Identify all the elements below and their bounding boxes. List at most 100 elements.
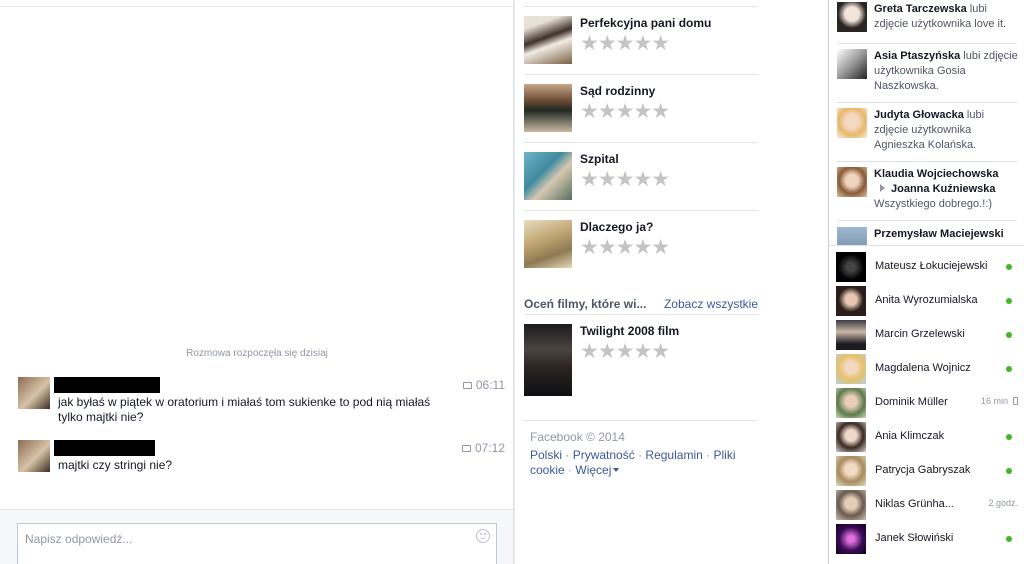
message-time: 07:12 <box>461 441 505 455</box>
buddy-item[interactable]: Janek Słowiński <box>836 522 1020 556</box>
reply-placeholder: Napisz odpowiedź... <box>25 532 133 546</box>
divider <box>837 220 1017 221</box>
redacted-sender-name <box>54 377 160 393</box>
rating-stars[interactable]: ★★★★★ <box>580 341 670 362</box>
show-title[interactable]: Szpital <box>580 152 619 166</box>
buddy-item[interactable]: Dominik Müller 16 min <box>836 386 1020 420</box>
online-status-icon <box>1006 332 1012 338</box>
ticker-name[interactable]: Klaudia Wojciechowska <box>874 168 999 180</box>
online-status-icon <box>1006 298 1012 304</box>
rating-stars[interactable]: ★★★★★ <box>580 101 670 122</box>
buddy-name: Magdalena Wojnicz <box>875 362 971 374</box>
divider <box>524 6 758 7</box>
show-thumbnail[interactable] <box>524 16 572 64</box>
divider <box>524 314 758 315</box>
films-heading[interactable]: Oceń filmy, które wi... <box>524 297 646 311</box>
ticker-avatar[interactable] <box>837 227 867 245</box>
ticker-avatar[interactable] <box>837 49 867 79</box>
buddy-item[interactable]: Mateusz Łokuciejewski <box>836 250 1020 284</box>
chat-sidebar: Greta Tarczewska lubi zdjęcie użytkownik… <box>828 0 1024 564</box>
sender-avatar[interactable] <box>18 377 50 409</box>
arrow-right-icon <box>880 184 885 192</box>
footer-link-terms[interactable]: Regulamin <box>645 448 702 462</box>
buddy-item[interactable]: Magdalena Wojnicz <box>836 352 1020 386</box>
message-text: jak byłaś w piątek w oratorium i miałaś … <box>58 395 431 424</box>
buddy-name: Marcin Grzelewski <box>875 328 965 340</box>
film-poster[interactable] <box>524 324 572 396</box>
divider <box>524 74 758 75</box>
buddy-name: Ania Klimczak <box>875 430 945 442</box>
online-status-icon <box>1006 536 1012 542</box>
divider <box>837 161 1017 162</box>
sender-avatar[interactable] <box>18 440 50 472</box>
buddy-item[interactable]: Ania Klimczak <box>836 420 1020 454</box>
buddy-item[interactable]: Patrycja Gabryszak <box>836 454 1020 488</box>
recommendations-column: Perfekcyjna pani domu ★★★★★ Sąd rodzinny… <box>515 0 828 564</box>
online-status-icon <box>1006 434 1012 440</box>
conversation-panel: Rozmowa rozpoczęła się dzisiaj 06:11 jak… <box>0 0 514 564</box>
buddy-name: Janek Słowiński <box>875 532 954 544</box>
show-thumbnail[interactable] <box>524 220 572 268</box>
idle-time: 2 godz. <box>988 498 1018 508</box>
ticker-name[interactable]: Asia Ptaszyńska <box>874 50 960 62</box>
conversation-start-label: Rozmowa rozpoczęła się dzisiaj <box>186 348 328 359</box>
show-title[interactable]: Sąd rodzinny <box>580 84 655 98</box>
emoticon-icon[interactable] <box>476 529 490 543</box>
ticker-name[interactable]: Greta Tarczewska <box>874 3 967 15</box>
divider <box>524 142 758 143</box>
ticker-avatar[interactable] <box>837 167 867 197</box>
buddy-avatar <box>836 490 866 520</box>
online-status-icon <box>1006 366 1012 372</box>
film-title[interactable]: Twilight 2008 film <box>580 324 679 338</box>
buddy-avatar <box>836 320 866 350</box>
rating-stars[interactable]: ★★★★★ <box>580 33 670 54</box>
ticker-name[interactable]: Przemysław Maciejewski <box>874 228 1004 240</box>
divider <box>837 102 1017 103</box>
ticker-avatar[interactable] <box>837 108 867 138</box>
buddy-name: Niklas Grünha... <box>875 498 954 510</box>
buddy-name: Mateusz Łokuciejewski <box>875 260 988 272</box>
mobile-icon <box>1013 397 1018 405</box>
rating-stars[interactable]: ★★★★★ <box>580 169 670 190</box>
chat-bubble-icon <box>461 445 471 452</box>
buddy-avatar <box>836 252 866 282</box>
ticker-target-name[interactable]: Joanna Kuźniewska <box>891 183 996 195</box>
buddy-avatar <box>836 286 866 316</box>
see-all-link[interactable]: Zobacz wszystkie <box>664 297 758 311</box>
divider <box>524 420 758 421</box>
redacted-sender-name <box>54 440 155 456</box>
buddy-item[interactable]: Niklas Grünha... 2 godz. <box>836 488 1020 522</box>
chat-bubble-icon <box>462 382 472 389</box>
online-status-icon <box>1006 264 1012 270</box>
buddy-avatar <box>836 388 866 418</box>
buddy-name: Dominik Müller <box>875 396 948 408</box>
ticker-story[interactable]: Przemysław Maciejewski <box>837 227 1021 245</box>
show-thumbnail[interactable] <box>524 84 572 132</box>
buddy-name: Anita Wyrozumialska <box>875 294 978 306</box>
buddy-name: Patrycja Gabryszak <box>875 464 971 476</box>
caret-down-icon <box>613 468 620 472</box>
divider <box>837 43 1017 44</box>
show-title[interactable]: Dlaczego ja? <box>580 220 653 234</box>
show-thumbnail[interactable] <box>524 152 572 200</box>
rating-stars[interactable]: ★★★★★ <box>580 237 670 258</box>
footer-link-language[interactable]: Polski <box>530 448 562 462</box>
ticker-avatar[interactable] <box>837 2 867 32</box>
page-footer: Facebook © 2014 Polski · Prywatność · Re… <box>530 430 740 478</box>
footer-link-more[interactable]: Więcej <box>575 463 620 477</box>
divider <box>524 210 758 211</box>
divider <box>829 245 1024 246</box>
buddy-avatar <box>836 354 866 384</box>
idle-time: 16 min <box>981 396 1018 406</box>
footer-link-privacy[interactable]: Prywatność <box>573 448 635 462</box>
buddy-avatar <box>836 524 866 554</box>
ticker-name[interactable]: Judyta Głowacka <box>874 109 964 121</box>
copyright: Facebook © 2014 <box>530 430 625 444</box>
reply-input[interactable]: Napisz odpowiedź... <box>17 523 497 564</box>
divider <box>0 6 513 7</box>
show-title[interactable]: Perfekcyjna pani domu <box>580 16 711 30</box>
online-status-icon <box>1006 468 1012 474</box>
buddy-item[interactable]: Marcin Grzelewski <box>836 318 1020 352</box>
buddy-item[interactable]: Anita Wyrozumialska <box>836 284 1020 318</box>
message-time: 06:11 <box>462 378 505 392</box>
